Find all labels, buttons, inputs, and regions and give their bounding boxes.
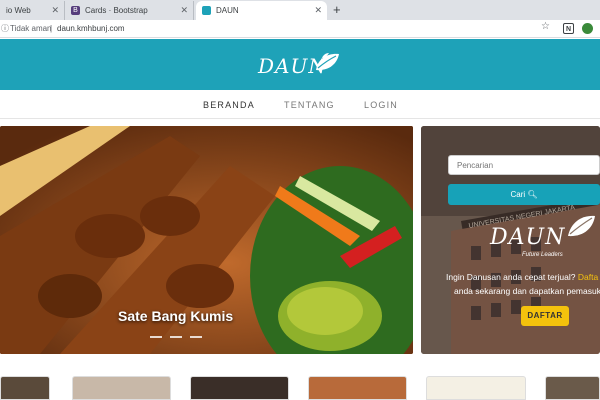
tab-title: io Web — [6, 6, 31, 15]
extension-leaf-icon[interactable] — [582, 23, 593, 34]
extension-n-icon[interactable]: N — [563, 23, 574, 34]
close-icon[interactable]: ✕ — [51, 5, 59, 16]
card-thumbnail[interactable] — [426, 376, 526, 400]
close-icon[interactable]: ✕ — [314, 5, 322, 16]
promo-logo-subtitle: Future Leaders — [522, 252, 563, 258]
search-button-label: Cari — [510, 190, 526, 199]
daun-favicon-icon — [202, 6, 211, 15]
card-thumbnail[interactable] — [0, 376, 50, 400]
carousel-indicator-3[interactable] — [190, 336, 202, 338]
promo-leaf-icon — [568, 215, 595, 237]
carousel-indicator-1[interactable] — [150, 336, 162, 338]
address-separator: | — [50, 24, 53, 33]
search-input[interactable] — [448, 155, 600, 175]
bootstrap-icon: B — [71, 6, 80, 15]
carousel-indicator-2[interactable] — [170, 336, 182, 338]
address-bar[interactable]: ⓘ Tidak aman | daun.kmhbunj.com ☆ N — [0, 20, 600, 38]
nav-beranda[interactable]: BERANDA — [203, 100, 255, 110]
close-icon[interactable]: ✕ — [180, 5, 188, 16]
tab-title: Cards · Bootstrap — [85, 6, 148, 15]
promo-line-2: anda sekarang dan dapatkan pemasuk — [454, 286, 600, 296]
browser-tab-strip: io Web ✕ B Cards · Bootstrap ✕ DAUN ✕ + — [0, 0, 600, 20]
site-logo[interactable]: DAUN — [258, 46, 340, 82]
browser-tab-web[interactable]: io Web ✕ — [0, 1, 65, 20]
search-button[interactable]: Cari 🔍︎ — [448, 184, 600, 205]
nav-tentang[interactable]: TENTANG — [284, 100, 335, 110]
card-thumbnail[interactable] — [190, 376, 289, 400]
security-label: Tidak aman — [10, 24, 52, 33]
url-text[interactable]: daun.kmhbunj.com — [57, 23, 125, 34]
card-thumbnail[interactable] — [545, 376, 600, 400]
tab-title: DAUN — [216, 6, 239, 15]
main-navbar: BERANDA TENTANG LOGIN — [0, 90, 600, 119]
register-button[interactable]: DAFTAR — [521, 306, 569, 326]
card-thumbnail[interactable] — [72, 376, 171, 400]
new-tab-button[interactable]: + — [333, 2, 341, 18]
promo-highlight: Dafta — [577, 272, 599, 282]
nav-login[interactable]: LOGIN — [364, 100, 398, 110]
card-thumbnail[interactable] — [308, 376, 407, 400]
promo-line-1: Ingin Danusan anda cepat terjual? Dafta — [446, 272, 599, 282]
search-icon: 🔍︎ — [527, 190, 538, 199]
info-icon[interactable]: ⓘ — [1, 23, 9, 34]
promo-logo-text: DAUN — [490, 225, 566, 250]
carousel-caption: Sate Bang Kumis — [118, 308, 234, 324]
browser-tab-cards[interactable]: B Cards · Bootstrap ✕ — [65, 1, 194, 20]
leaf-icon — [316, 53, 339, 71]
star-icon[interactable]: ☆ — [541, 21, 550, 32]
browser-tab-daun[interactable]: DAUN ✕ — [196, 1, 327, 20]
